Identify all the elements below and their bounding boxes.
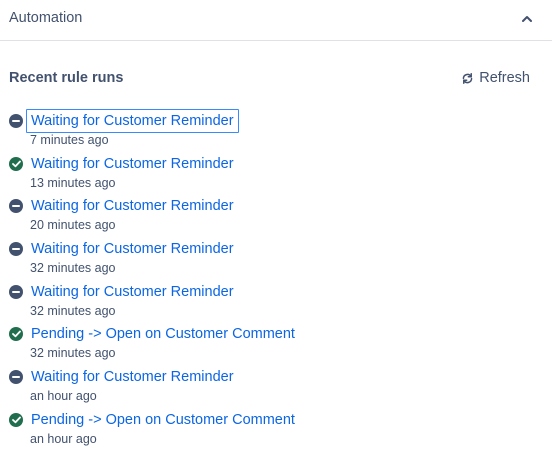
rule-run-time: 13 minutes ago [30,175,116,190]
rule-run-link[interactable]: Waiting for Customer Reminder [26,152,239,176]
rule-run-time: 20 minutes ago [30,218,116,233]
refresh-button[interactable]: Refresh [461,70,530,86]
rule-run-link[interactable]: Pending -> Open on Customer Comment [26,408,300,432]
rule-run-time: 32 minutes ago [30,303,116,318]
panel-header[interactable]: Automation [0,0,552,41]
no-action-icon [9,370,23,385]
refresh-icon [461,72,474,85]
refresh-label: Refresh [479,70,530,86]
automation-panel: Automation Recent rule runs Refresh Wait… [0,0,552,454]
rule-run-time: 32 minutes ago [30,261,116,276]
no-action-icon [9,114,23,128]
panel-title: Automation [9,9,83,26]
recent-runs-header: Recent rule runs Refresh [0,68,552,88]
no-action-icon [9,284,23,299]
rule-run-time: 7 minutes ago [30,133,109,147]
rule-run-link[interactable]: Waiting for Customer Reminder [26,109,239,133]
rule-run-time: 32 minutes ago [30,346,116,361]
success-check-icon [9,412,23,427]
rule-run-link[interactable]: Waiting for Customer Reminder [26,365,239,389]
success-check-icon [9,156,23,171]
rule-run-link[interactable]: Waiting for Customer Reminder [26,237,239,261]
chevron-up-icon[interactable] [520,11,534,25]
success-check-icon [9,327,23,342]
rule-run-time: an hour ago [30,389,97,404]
rule-run-link[interactable]: Waiting for Customer Reminder [26,194,239,218]
rule-run-link[interactable]: Pending -> Open on Customer Comment [26,322,300,346]
no-action-icon [9,199,23,214]
rule-run-link[interactable]: Waiting for Customer Reminder [26,280,239,304]
no-action-icon [9,242,23,257]
recent-runs-title: Recent rule runs [9,70,124,86]
rule-run-time: an hour ago [30,431,97,446]
